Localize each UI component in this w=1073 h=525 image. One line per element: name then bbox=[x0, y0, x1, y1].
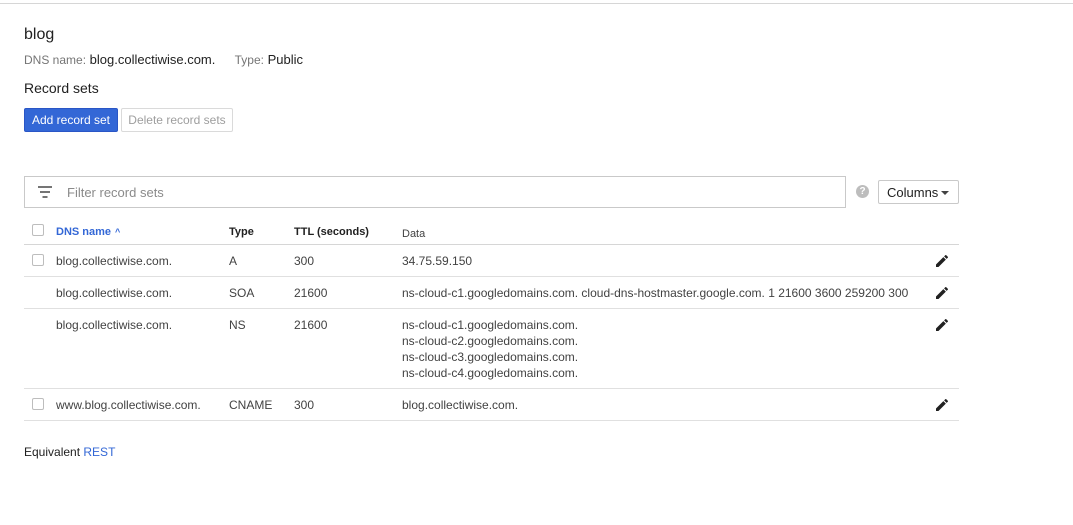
record-type: NS bbox=[229, 318, 246, 332]
help-icon[interactable]: ? bbox=[856, 185, 869, 198]
record-type: A bbox=[229, 254, 238, 268]
column-header-type[interactable]: Type bbox=[229, 226, 254, 238]
filter-bar bbox=[24, 176, 846, 208]
record-data: 34.75.59.150 bbox=[402, 253, 472, 269]
table-row[interactable]: www.blog.collectiwise.com. CNAME 300 blo… bbox=[24, 389, 959, 421]
dns-name-label: DNS name: bbox=[24, 53, 87, 67]
record-sets-title: Record sets bbox=[24, 80, 99, 96]
record-data-line: ns-cloud-c3.googledomains.com. bbox=[402, 350, 579, 364]
pencil-edit-icon[interactable] bbox=[934, 253, 950, 269]
table-row[interactable]: blog.collectiwise.com. A 300 34.75.59.15… bbox=[24, 245, 959, 277]
table-row[interactable]: blog.collectiwise.com. NS 21600 ns-cloud… bbox=[24, 309, 959, 389]
filter-input[interactable] bbox=[67, 184, 767, 200]
columns-dropdown-button[interactable]: Columns bbox=[878, 180, 959, 204]
row-checkbox[interactable] bbox=[32, 398, 44, 410]
table-header-row: DNS name ^ Type TTL (seconds) Data bbox=[24, 220, 959, 245]
record-data: ns-cloud-c1.googledomains.com. cloud-dns… bbox=[402, 285, 908, 301]
record-data-line: blog.collectiwise.com. bbox=[402, 398, 519, 412]
pencil-edit-icon[interactable] bbox=[934, 285, 950, 301]
zone-title: blog bbox=[24, 26, 55, 43]
columns-label: Columns bbox=[887, 184, 939, 200]
equivalent-rest-footer: Equivalent REST bbox=[24, 445, 115, 459]
caret-down-icon bbox=[941, 191, 949, 195]
record-ttl: 300 bbox=[294, 398, 315, 412]
record-type: SOA bbox=[229, 286, 255, 300]
column-header-ttl[interactable]: TTL (seconds) bbox=[294, 226, 369, 238]
record-ttl: 21600 bbox=[294, 318, 328, 332]
record-type: CNAME bbox=[229, 398, 273, 412]
record-dns-name: blog.collectiwise.com. bbox=[56, 254, 173, 268]
table-row[interactable]: blog.collectiwise.com. SOA 21600 ns-clou… bbox=[24, 277, 959, 309]
sort-ascending-icon: ^ bbox=[115, 227, 121, 237]
rest-link[interactable]: REST bbox=[83, 445, 115, 459]
record-data: ns-cloud-c1.googledomains.com. ns-cloud-… bbox=[402, 317, 578, 381]
record-ttl: 21600 bbox=[294, 286, 328, 300]
zone-meta: DNS name: blog.collectiwise.com. Type: P… bbox=[24, 52, 303, 67]
row-checkbox[interactable] bbox=[32, 254, 44, 266]
record-dns-name: www.blog.collectiwise.com. bbox=[56, 398, 201, 412]
record-data-line: ns-cloud-c1.googledomains.com. cloud-dns… bbox=[402, 286, 909, 300]
type-value: Public bbox=[267, 52, 304, 67]
dns-name-value: blog.collectiwise.com. bbox=[89, 52, 216, 67]
record-ttl: 300 bbox=[294, 254, 315, 268]
record-data: blog.collectiwise.com. bbox=[402, 397, 518, 413]
column-header-dns-name-label: DNS name bbox=[56, 226, 112, 238]
record-dns-name: blog.collectiwise.com. bbox=[56, 318, 173, 332]
record-data-line: ns-cloud-c4.googledomains.com. bbox=[402, 366, 579, 380]
filter-list-icon bbox=[37, 186, 53, 198]
column-header-data[interactable]: Data bbox=[402, 226, 425, 242]
equivalent-label: Equivalent bbox=[24, 445, 81, 459]
pencil-edit-icon[interactable] bbox=[934, 397, 950, 413]
column-header-dns-name[interactable]: DNS name ^ bbox=[56, 226, 120, 238]
record-sets-table: DNS name ^ Type TTL (seconds) Data blog.c… bbox=[24, 220, 959, 421]
record-dns-name: blog.collectiwise.com. bbox=[56, 286, 173, 300]
pencil-edit-icon[interactable] bbox=[934, 317, 950, 333]
record-data-line: ns-cloud-c2.googledomains.com. bbox=[402, 334, 579, 348]
type-label: Type: bbox=[234, 53, 264, 67]
record-data-line: 34.75.59.150 bbox=[402, 254, 473, 268]
top-divider bbox=[0, 3, 1073, 4]
select-all-checkbox[interactable] bbox=[32, 224, 44, 236]
add-record-set-button[interactable]: Add record set bbox=[24, 108, 118, 132]
dns-zone-details-page: blog DNS name: blog.collectiwise.com. Ty… bbox=[0, 0, 1073, 525]
record-data-line: ns-cloud-c1.googledomains.com. bbox=[402, 318, 579, 332]
delete-record-sets-button[interactable]: Delete record sets bbox=[121, 108, 233, 132]
